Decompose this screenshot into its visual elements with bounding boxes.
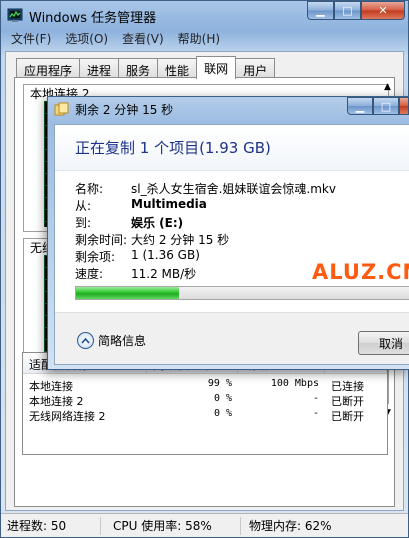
adapter-usage: 0 %	[213, 393, 232, 404]
info-items-remaining: 剩余项: 1 (1.36 GB)	[75, 248, 200, 265]
info-key: 剩余时间:	[75, 233, 128, 247]
tab-strip: 应用程序 进程 服务 性能 联网 用户	[16, 56, 276, 79]
copy-dialog: 剩余 2 分钟 15 秒 ▁ □ 正在复制 1 个项目(1.93 GB) 名称:…	[47, 96, 409, 370]
tab-performance[interactable]: 性能	[157, 58, 198, 79]
maximize-button[interactable]: □	[334, 1, 361, 20]
less-info-label: 简略信息	[98, 334, 147, 348]
adapter-name: 本地连接 2	[29, 395, 84, 408]
adapter-name: 本地连接	[29, 380, 73, 393]
copy-progress-bar	[75, 286, 409, 300]
copy-close-button[interactable]	[399, 97, 409, 115]
minimize-icon: ▁	[316, 4, 325, 17]
info-key: 名称:	[75, 182, 104, 196]
copy-dialog-body: 正在复制 1 个项目(1.93 GB) 名称: sl_杀人女生宿舍.姐妹联谊会惊…	[54, 124, 409, 365]
info-time-remaining: 剩余时间: 大约 2 分钟 15 秒	[75, 231, 229, 248]
info-key: 剩余项:	[75, 250, 116, 264]
copy-header: 正在复制 1 个项目(1.93 GB)	[55, 125, 409, 171]
copy-dialog-title: 剩余 2 分钟 15 秒	[75, 103, 174, 117]
copy-dialog-title-bar[interactable]: 剩余 2 分钟 15 秒	[54, 101, 173, 118]
close-icon: ✕	[378, 4, 388, 17]
adapter-speed: 100 Mbps	[270, 378, 319, 389]
close-button[interactable]: ✕	[361, 1, 405, 20]
status-cpu: CPU 使用率: 58%	[101, 516, 241, 535]
minimize-icon: ▁	[355, 99, 365, 113]
adapter-speed: -	[312, 393, 319, 404]
copy-files-icon	[54, 102, 69, 115]
adapter-usage: 0 %	[213, 408, 232, 419]
less-info-toggle[interactable]: 简略信息	[77, 332, 146, 349]
info-value[interactable]: 娱乐 (E:)	[131, 214, 183, 231]
status-processes: 进程数: 50	[1, 516, 101, 535]
table-row[interactable]: 本地连接 99 % 100 Mbps 已连接	[23, 378, 387, 393]
info-value: 1 (1.36 GB)	[131, 248, 200, 262]
copy-heading: 正在复制 1 个项目(1.93 GB)	[75, 139, 271, 157]
info-key: 到:	[75, 216, 92, 230]
adapter-usage: 99 %	[207, 378, 232, 389]
adapter-status: 已断开	[331, 395, 364, 408]
task-manager-icon	[7, 8, 23, 22]
info-value: 11.2 MB/秒	[131, 267, 197, 281]
menu-help[interactable]: 帮助(H)	[178, 30, 220, 50]
table-row[interactable]: 无线网络连接 2 0 % - 已断开	[23, 408, 387, 423]
adapter-speed: -	[312, 408, 319, 419]
maximize-icon: □	[342, 4, 353, 17]
tab-services[interactable]: 服务	[118, 58, 159, 79]
adapter-status: 已断开	[331, 410, 364, 423]
tab-applications[interactable]: 应用程序	[16, 58, 81, 79]
maximize-icon: □	[380, 99, 392, 113]
adapter-status: 已连接	[331, 380, 364, 393]
info-value: sl_杀人女生宿舍.姐妹联谊会惊魂.mkv	[131, 182, 336, 196]
table-row[interactable]: 本地连接 2 0 % - 已断开	[23, 393, 387, 408]
status-bar: 进程数: 50 CPU 使用率: 58% 物理内存: 62%	[1, 513, 408, 537]
copy-progress-fill	[76, 287, 180, 299]
info-from: 从: Multimedia	[75, 197, 207, 214]
info-value: 大约 2 分钟 15 秒	[131, 233, 230, 247]
adapter-name: 无线网络连接 2	[29, 410, 106, 423]
info-to: 到: 娱乐 (E:)	[75, 214, 183, 231]
cancel-button[interactable]: 取消	[358, 331, 409, 355]
info-key: 从:	[75, 199, 92, 213]
info-value[interactable]: Multimedia	[131, 197, 207, 214]
task-manager-title-bar[interactable]: Windows 任务管理器 ▁ □ ✕	[1, 1, 408, 29]
info-name: 名称: sl_杀人女生宿舍.姐妹联谊会惊魂.mkv	[75, 180, 336, 197]
copy-minimize-button[interactable]: ▁	[347, 97, 373, 115]
menu-options[interactable]: 选项(O)	[65, 30, 108, 50]
tab-users[interactable]: 用户	[235, 58, 276, 79]
info-key: 速度:	[75, 267, 104, 281]
minimize-button[interactable]: ▁	[307, 1, 334, 20]
status-memory: 物理内存: 62%	[249, 518, 332, 533]
copy-footer: 简略信息 取消	[55, 312, 409, 364]
chevron-up-icon	[77, 332, 94, 349]
tab-networking[interactable]: 联网	[196, 56, 237, 79]
window-title: Windows 任务管理器	[29, 11, 157, 26]
tab-processes[interactable]: 进程	[79, 58, 120, 79]
watermark-text: ALUZ.CN	[312, 260, 409, 284]
menu-file[interactable]: 文件(F)	[11, 30, 51, 50]
menu-view[interactable]: 查看(V)	[122, 30, 164, 50]
menu-bar: 文件(F) 选项(O) 查看(V) 帮助(H)	[5, 30, 220, 50]
scroll-up-icon[interactable]: ▲	[384, 82, 391, 92]
copy-maximize-button[interactable]: □	[373, 97, 399, 115]
info-speed: 速度: 11.2 MB/秒	[75, 265, 196, 282]
